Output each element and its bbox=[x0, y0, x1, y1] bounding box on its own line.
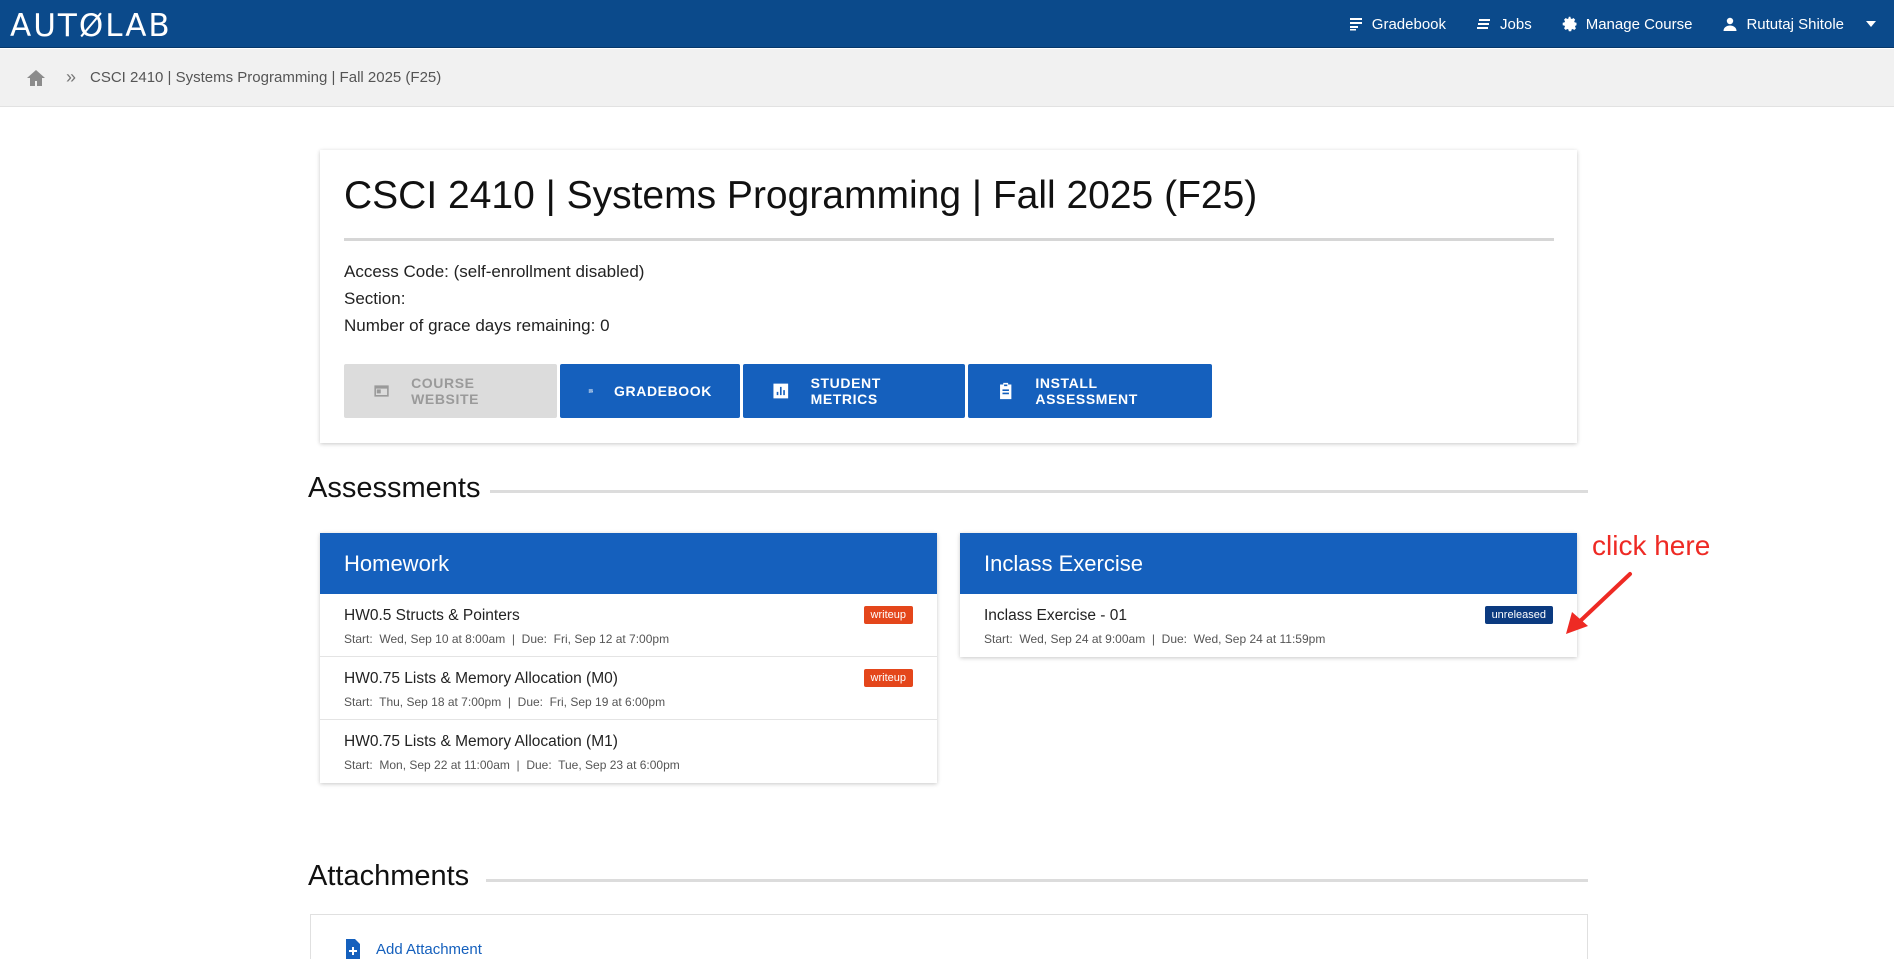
add-attachment-link[interactable]: Add Attachment bbox=[344, 939, 482, 959]
assessment-dates: Start: Thu, Sep 18 at 7:00pm | Due: Fri,… bbox=[344, 695, 666, 709]
list-item[interactable]: HW0.75 Lists & Memory Allocation (M0) St… bbox=[320, 657, 937, 720]
autolab-logo[interactable]: AUTØLAB bbox=[10, 8, 172, 44]
nav-user-menu[interactable]: Rututaj Shitole bbox=[1722, 16, 1876, 33]
nav-user-label: Rututaj Shitole bbox=[1746, 15, 1844, 33]
homework-panel: Homework HW0.5 Structs & Pointers Start:… bbox=[320, 533, 937, 783]
breadcrumb-separator: » bbox=[66, 67, 77, 87]
nav-jobs-label: Jobs bbox=[1500, 15, 1532, 33]
top-navbar: AUTØLAB Gradebook Jobs Manage Course Rut… bbox=[0, 0, 1894, 48]
attachments-box: Add Attachment bbox=[310, 914, 1588, 959]
course-action-buttons: COURSE WEBSITE GRADEBOOK STUDENT METRICS… bbox=[344, 364, 1212, 418]
course-website-label: COURSE WEBSITE bbox=[411, 375, 480, 407]
grace-days-text: Number of grace days remaining: 0 bbox=[344, 316, 610, 335]
gear-icon bbox=[1562, 16, 1577, 32]
nav-manage-course-label: Manage Course bbox=[1585, 15, 1693, 33]
file-add-icon bbox=[346, 939, 360, 959]
gradebook-icon bbox=[1349, 18, 1362, 31]
nav-gradebook-label: Gradebook bbox=[1371, 15, 1447, 33]
breadcrumb-course[interactable]: CSCI 2410 | Systems Programming | Fall 2… bbox=[90, 69, 441, 86]
inclass-panel: Inclass Exercise Inclass Exercise - 01 S… bbox=[960, 533, 1577, 657]
click-here-annotation: click here bbox=[1592, 530, 1711, 561]
inclass-panel-title: Inclass Exercise bbox=[960, 533, 1577, 594]
nav-manage-course-link[interactable]: Manage Course bbox=[1562, 15, 1693, 33]
title-divider bbox=[344, 238, 1554, 241]
unreleased-badge[interactable]: unreleased bbox=[1484, 606, 1553, 624]
student-metrics-label: STUDENT METRICS bbox=[810, 375, 881, 407]
assessment-name[interactable]: Inclass Exercise - 01 bbox=[984, 607, 1127, 625]
gradebook-icon bbox=[588, 388, 594, 394]
user-icon bbox=[1723, 17, 1737, 31]
attachments-heading: Attachments bbox=[308, 860, 470, 892]
assessments-divider bbox=[490, 490, 1588, 493]
assessment-dates: Start: Wed, Sep 10 at 8:00am | Due: Fri,… bbox=[344, 632, 670, 646]
assessment-dates: Start: Wed, Sep 24 at 9:00am | Due: Wed,… bbox=[984, 632, 1326, 646]
home-icon[interactable] bbox=[26, 68, 46, 88]
assessment-dates: Start: Mon, Sep 22 at 11:00am | Due: Tue… bbox=[344, 758, 680, 772]
nav-links: Gradebook Jobs Manage Course Rututaj Shi… bbox=[1348, 0, 1876, 48]
course-website-button[interactable]: COURSE WEBSITE bbox=[344, 364, 557, 418]
bar-chart-icon bbox=[773, 383, 789, 399]
student-metrics-button[interactable]: STUDENT METRICS bbox=[743, 364, 965, 418]
assessment-name[interactable]: HW0.5 Structs & Pointers bbox=[344, 607, 520, 625]
writeup-badge[interactable]: writeup bbox=[863, 606, 913, 624]
browser-window-icon bbox=[374, 385, 389, 397]
red-arrow-icon bbox=[1566, 572, 1632, 634]
section-text: Section: bbox=[344, 289, 406, 308]
nav-jobs-link[interactable]: Jobs bbox=[1476, 16, 1532, 33]
clipboard-icon bbox=[1000, 382, 1012, 400]
writeup-badge[interactable]: writeup bbox=[863, 669, 913, 687]
install-assessment-label: INSTALL ASSESSMENT bbox=[1035, 375, 1138, 407]
attachments-divider bbox=[486, 879, 1588, 882]
assessment-name[interactable]: HW0.75 Lists & Memory Allocation (M1) bbox=[344, 733, 618, 751]
list-item[interactable]: HW0.5 Structs & Pointers Start: Wed, Sep… bbox=[320, 594, 937, 657]
gradebook-label: GRADEBOOK bbox=[614, 383, 712, 399]
install-assessment-button[interactable]: INSTALL ASSESSMENT bbox=[968, 364, 1212, 418]
nav-gradebook-link[interactable]: Gradebook bbox=[1348, 16, 1446, 33]
jobs-icon bbox=[1477, 19, 1491, 29]
list-item[interactable]: Inclass Exercise - 01 Start: Wed, Sep 24… bbox=[960, 594, 1577, 657]
assessment-name[interactable]: HW0.75 Lists & Memory Allocation (M0) bbox=[344, 670, 618, 688]
homework-panel-title: Homework bbox=[320, 533, 937, 594]
page-title: CSCI 2410 | Systems Programming | Fall 2… bbox=[344, 174, 1258, 217]
list-item[interactable]: HW0.75 Lists & Memory Allocation (M1) St… bbox=[320, 720, 937, 783]
add-attachment-label: Add Attachment bbox=[376, 940, 482, 958]
gradebook-button[interactable]: GRADEBOOK bbox=[560, 364, 740, 418]
access-code-text: Access Code: (self-enrollment disabled) bbox=[344, 262, 645, 281]
assessments-heading: Assessments bbox=[308, 472, 481, 504]
chevron-down-icon[interactable] bbox=[1866, 21, 1876, 27]
breadcrumb: » CSCI 2410 | Systems Programming | Fall… bbox=[0, 49, 1894, 107]
course-card: CSCI 2410 | Systems Programming | Fall 2… bbox=[320, 150, 1577, 443]
